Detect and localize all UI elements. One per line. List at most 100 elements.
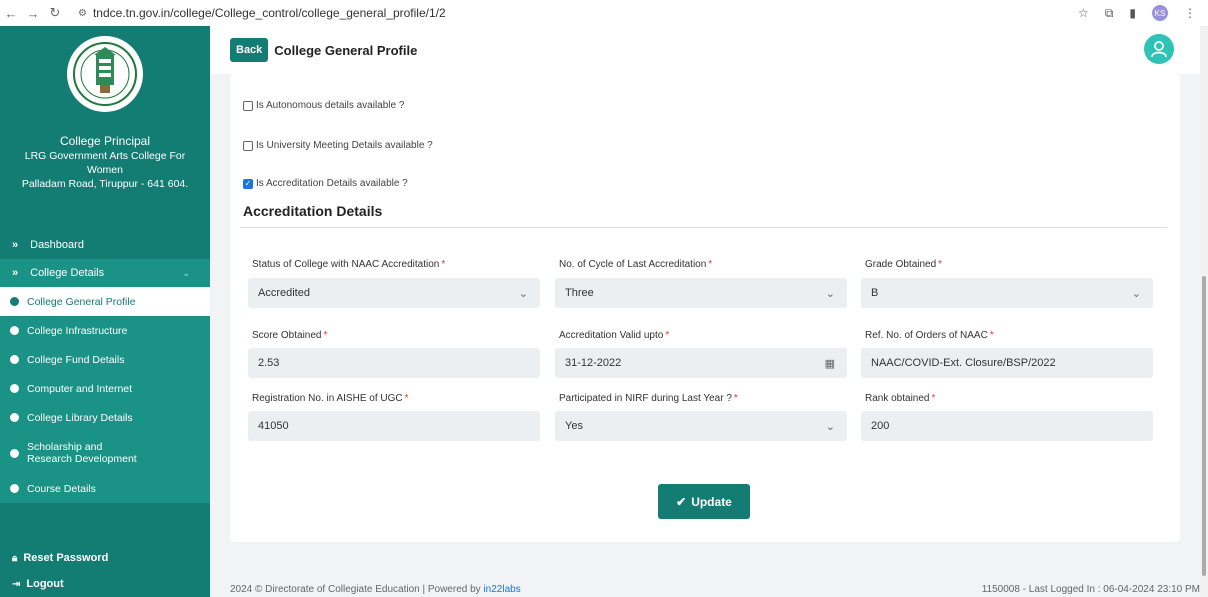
section-title: Accreditation Details <box>243 203 383 219</box>
site-info-icon[interactable]: ⚙ <box>78 8 87 19</box>
nirf-select[interactable]: Yes ⌄ <box>555 411 847 441</box>
extensions-icon[interactable]: ⧉ <box>1105 6 1114 21</box>
browser-toolbar: ← → ↻ ⚙ tndce.tn.gov.in/college/College_… <box>0 0 1208 26</box>
grade-select[interactable]: B ⌄ <box>861 278 1153 308</box>
page-header: Back College General Profile <box>210 26 1200 74</box>
university-meeting-checkbox[interactable] <box>243 140 253 151</box>
browser-menu-icon[interactable]: ⋮ <box>1184 6 1196 20</box>
sidebar-subitem-label: College Library Details <box>27 411 133 424</box>
autonomous-check-row: Is Autonomous details available ? <box>243 100 404 111</box>
calendar-icon[interactable]: ▦ <box>825 357 835 370</box>
sidepanel-icon[interactable]: ▮ <box>1129 6 1136 20</box>
double-chevron-icon: » <box>12 267 19 279</box>
score-input[interactable]: 2.53 <box>248 348 540 378</box>
sidebar-subitem-label: College Fund Details <box>27 353 125 366</box>
user-icon <box>1151 41 1167 58</box>
page-scrollbar[interactable] <box>1200 26 1208 597</box>
sidebar-item-label: Dashboard <box>30 239 84 251</box>
sidebar-subitem-college-infrastructure[interactable]: College Infrastructure <box>0 316 210 345</box>
user-avatar[interactable] <box>1144 34 1174 64</box>
bullet-icon <box>10 326 19 335</box>
check-icon: ✔ <box>676 494 687 509</box>
score-label: Score Obtained * <box>252 330 328 341</box>
sidebar-subitem-label: College Infrastructure <box>27 324 128 337</box>
bullet-icon <box>10 484 19 493</box>
sidebar-item-logout[interactable]: ⇥ Logout <box>0 571 210 597</box>
naac-status-select[interactable]: Accredited ⌄ <box>248 278 540 308</box>
autonomous-check-label: Is Autonomous details available ? <box>256 100 405 111</box>
bullet-icon <box>10 448 19 458</box>
bullet-icon <box>10 355 19 364</box>
sidebar-item-college-details[interactable]: » College Details ⌄ <box>0 259 210 287</box>
page-footer: 2024 © Directorate of Collegiate Educati… <box>230 584 1200 595</box>
university-meeting-check-label: Is University Meeting Details available … <box>256 140 433 151</box>
naac-ref-label: Ref. No. of Orders of NAAC * <box>865 330 994 341</box>
lock-icon: 🔒︎ <box>12 552 18 564</box>
reload-icon[interactable]: ↻ <box>44 5 66 21</box>
profile-form-card: Is Autonomous details available ? Is Uni… <box>230 74 1180 542</box>
user-role: College Principal <box>59 134 151 148</box>
update-button[interactable]: ✔ Update <box>658 484 750 519</box>
sidebar-footer: 🔒︎ Reset Password ⇥ Logout <box>0 545 210 597</box>
college-name-line3: Palladam Road, Tiruppur - 641 604. <box>21 178 189 190</box>
college-name-line1: LRG Government Arts College For <box>24 150 186 162</box>
last-logged-in: 1150008 - Last Logged In : 06-04-2024 23… <box>981 584 1200 595</box>
cycle-label: No. of Cycle of Last Accreditation * <box>559 259 713 270</box>
sidebar-item-dashboard[interactable]: » Dashboard <box>0 231 210 259</box>
sidebar-header: College Principal LRG Government Arts Co… <box>0 26 210 231</box>
aishe-input[interactable]: 41050 <box>248 411 540 441</box>
sidebar-subitem-course-details[interactable]: Course Details <box>0 474 210 503</box>
footer-powered-by-link[interactable]: in22labs <box>483 584 520 595</box>
naac-status-label: Status of College with NAAC Accreditatio… <box>252 259 446 270</box>
url-text: tndce.tn.gov.in/college/College_control/… <box>92 6 446 20</box>
autonomous-checkbox[interactable] <box>243 100 253 111</box>
sidebar-subitem-computer-and-internet[interactable]: Computer and Internet <box>0 374 210 403</box>
back-button[interactable]: Back <box>230 38 269 62</box>
valid-upto-date-input[interactable]: 31-12-2022 ▦ <box>555 348 847 378</box>
sidebar-item-reset-password[interactable]: 🔒︎ Reset Password <box>0 545 210 571</box>
section-divider <box>240 227 1167 228</box>
chevron-down-icon: ⌄ <box>1131 287 1141 300</box>
grade-label: Grade Obtained * <box>865 259 943 270</box>
footer-copyright: 2024 © Directorate of Collegiate Educati… <box>230 584 521 595</box>
sidebar-subitem-scholarship-research[interactable]: Scholarship and Research Development <box>0 432 210 474</box>
university-meeting-check-row: Is University Meeting Details available … <box>243 140 433 151</box>
sidebar-subitem-label: Scholarship and Research Development <box>27 441 137 465</box>
cycle-select[interactable]: Three ⌄ <box>555 278 847 308</box>
rank-input[interactable]: 200 <box>861 411 1153 441</box>
tn-emblem-logo <box>67 36 143 112</box>
accreditation-check-label: Is Accreditation Details available ? <box>256 178 408 189</box>
logout-icon: ⇥ <box>12 578 21 590</box>
chevron-down-icon: ⌄ <box>518 287 528 300</box>
sidebar-item-label: College Details <box>30 267 105 279</box>
back-arrow-icon[interactable]: ← <box>0 6 22 21</box>
rank-label: Rank obtained * <box>865 393 936 404</box>
college-name-line2: Women <box>87 164 123 176</box>
bullet-icon <box>10 413 19 422</box>
scrollbar-thumb[interactable] <box>1202 276 1206 576</box>
sidebar-subitem-college-general-profile[interactable]: College General Profile <box>0 287 210 316</box>
sidebar-subitem-college-library-details[interactable]: College Library Details <box>0 403 210 432</box>
valid-upto-label: Accreditation Valid upto * <box>559 330 670 341</box>
sidebar-subitem-label: Course Details <box>27 482 96 495</box>
chevron-down-icon: ⌄ <box>182 267 190 278</box>
sidebar-subitem-college-fund-details[interactable]: College Fund Details <box>0 345 210 374</box>
sidebar: College Principal LRG Government Arts Co… <box>0 26 210 597</box>
sidebar-item-label: Logout <box>26 578 64 590</box>
sidebar-subitem-label: College General Profile <box>27 295 136 308</box>
accreditation-checkbox[interactable]: ✓ <box>243 178 253 189</box>
bullet-icon <box>10 384 19 393</box>
bullet-icon <box>10 297 19 306</box>
browser-profile-avatar[interactable]: KS <box>1152 5 1168 21</box>
accreditation-check-row: ✓ Is Accreditation Details available ? <box>243 178 408 189</box>
chevron-down-icon: ⌄ <box>825 420 835 433</box>
sidebar-item-label: Reset Password <box>23 552 109 564</box>
forward-arrow-icon[interactable]: → <box>22 6 44 21</box>
aishe-label: Registration No. in AISHE of UGC * <box>252 393 409 404</box>
address-bar[interactable]: ⚙ tndce.tn.gov.in/college/College_contro… <box>70 2 454 24</box>
bookmark-star-icon[interactable]: ☆ <box>1078 6 1089 20</box>
nirf-label: Participated in NIRF during Last Year ? * <box>559 393 738 404</box>
naac-ref-input[interactable]: NAAC/COVID-Ext. Closure/BSP/2022 <box>861 348 1153 378</box>
double-chevron-icon: » <box>12 239 19 251</box>
chevron-down-icon: ⌄ <box>825 287 835 300</box>
